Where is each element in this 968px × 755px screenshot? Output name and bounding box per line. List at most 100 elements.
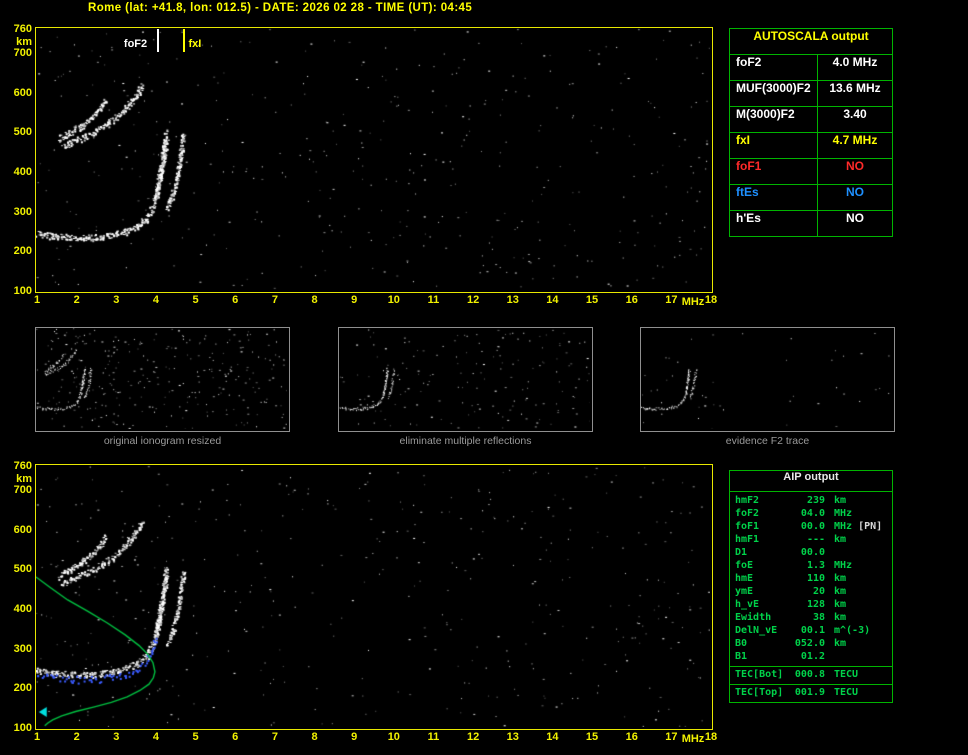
autoscala-row-value: NO xyxy=(846,185,864,199)
autoscala-row: fxI 4.7 MHz xyxy=(730,133,892,159)
aip-row-label: Ewidth xyxy=(735,612,772,623)
aip-row-unit: km xyxy=(834,534,847,545)
y-axis-unit: km xyxy=(16,36,32,48)
fof2-marker-label: foF2 xyxy=(123,38,148,50)
aip-row-value: 001.9 xyxy=(794,687,825,698)
x-tick-label: 7 xyxy=(271,731,278,743)
y-tick-label: 700 xyxy=(13,46,32,59)
y-tick-label: 600 xyxy=(13,86,32,99)
aip-table-rows: hmF2 239 km foF2 04.0 MHz foF1 00.0 MHz [PN] hmF1 -… xyxy=(730,495,892,664)
aip-row-label: B0 xyxy=(735,638,748,649)
aip-row: DelN_vE 00.1 m^(-3) xyxy=(730,625,892,638)
x-tick-label: 6 xyxy=(232,294,239,306)
aip-row-label: h_vE xyxy=(735,599,760,610)
x-tick-label: 10 xyxy=(387,294,400,306)
autoscala-table-header: AUTOSCALA output xyxy=(730,29,892,55)
x-tick-label: 3 xyxy=(113,294,120,306)
aip-row-value: 110 xyxy=(806,573,825,584)
thumb-caption-evidence: evidence F2 trace xyxy=(725,435,810,447)
y-tick-label: 400 xyxy=(13,602,32,615)
x-tick-label: 1 xyxy=(33,294,41,306)
autoscala-row-label: foF1 xyxy=(730,159,818,184)
aip-table-header: AIP output xyxy=(730,471,892,492)
x-axis-unit: MHz xyxy=(681,733,705,745)
x-axis-unit: MHz xyxy=(681,296,705,308)
aip-row-value: 1.3 xyxy=(806,560,825,571)
thumb-evidence-f2 xyxy=(640,327,895,432)
x-tick-label: 12 xyxy=(466,731,480,743)
autoscala-row-label: MUF(3000)F2 xyxy=(730,81,818,106)
x-tick-label: 14 xyxy=(546,294,559,306)
aip-row-label: B1 xyxy=(735,651,748,662)
autoscala-row-label: ftEs xyxy=(730,185,818,210)
autoscala-row-value: NO xyxy=(846,159,864,173)
aip-row: foE 1.3 MHz xyxy=(730,560,892,573)
x-tick-label: 11 xyxy=(427,731,440,743)
aip-row-value: 04.0 xyxy=(800,508,825,519)
y-tick-label: 500 xyxy=(13,126,32,139)
x-tick-label: 4 xyxy=(152,731,159,743)
fxi-marker-line xyxy=(183,29,186,52)
y-tick-label: 760 xyxy=(13,23,32,35)
x-tick-label: 6 xyxy=(232,731,239,743)
aip-separator xyxy=(730,666,892,667)
aip-row-value: 128 xyxy=(806,599,825,610)
autoscala-row-label: M(3000)F2 xyxy=(730,107,818,132)
aip-row-unit: MHz xyxy=(834,508,853,519)
autoscala-row-value: 13.6 MHz xyxy=(829,81,881,95)
x-tick-label: 8 xyxy=(311,731,318,743)
y-tick-label: 200 xyxy=(13,682,32,695)
aip-row: Ewidth 38 km xyxy=(730,612,892,625)
aip-row-unit: m^(-3) xyxy=(834,625,871,636)
autoscala-row: h'Es NO xyxy=(730,211,892,236)
x-tick-label: 16 xyxy=(625,294,638,306)
y-tick-label: 700 xyxy=(13,483,32,496)
thumb-eliminate-reflections xyxy=(338,327,593,432)
aip-row: foF2 04.0 MHz xyxy=(730,508,892,521)
x-tick-label: 13 xyxy=(506,731,519,743)
autoscala-row: M(3000)F2 3.40 xyxy=(730,107,892,133)
autoscala-row-label: foF2 xyxy=(730,55,818,80)
aip-row-unit: TECU xyxy=(834,687,859,698)
aip-row-value: 38 xyxy=(812,612,825,623)
aip-row-note: [PN] xyxy=(858,521,883,532)
aip-row: B1 01.2 xyxy=(730,651,892,664)
aip-row-value: 00.1 xyxy=(800,625,825,636)
aip-row: B0 052.0 km xyxy=(730,638,892,651)
x-tick-label: 5 xyxy=(192,731,199,743)
aip-separator xyxy=(730,684,892,685)
aip-row-unit: MHz xyxy=(834,560,853,571)
y-tick-label: 760 xyxy=(13,460,32,472)
x-tick-label: 3 xyxy=(113,731,120,743)
aip-row-value: 20 xyxy=(812,586,825,597)
x-tick-label: 14 xyxy=(546,731,559,743)
aip-row: foF1 00.0 MHz [PN] xyxy=(730,521,892,534)
aip-row: hmF2 239 km xyxy=(730,495,892,508)
aip-row-value: 01.2 xyxy=(800,651,825,662)
x-tick-label: 15 xyxy=(585,294,599,306)
aip-row: TEC[Bot] 000.8 TECU xyxy=(730,669,892,682)
aip-row-value: 000.8 xyxy=(794,669,825,680)
aip-row-unit: TECU xyxy=(834,669,859,680)
thumb-original-ionogram xyxy=(35,327,290,432)
thumb-eliminate-canvas xyxy=(339,328,590,429)
aip-row-label: foF1 xyxy=(735,521,760,532)
x-tick-label: 2 xyxy=(73,731,80,743)
autoscala-output-table: AUTOSCALA output foF2 4.0 MHz MUF(3000)F2 1… xyxy=(729,28,893,237)
aip-row-label: foF2 xyxy=(735,508,760,519)
x-tick-label: 13 xyxy=(506,294,519,306)
x-tick-label: 9 xyxy=(351,294,358,306)
x-tick-label: 2 xyxy=(73,294,80,306)
station-title: Rome (lat: +41.8, lon: 012.5) - DATE: 20… xyxy=(88,2,473,14)
autoscala-row: foF2 4.0 MHz xyxy=(730,55,892,81)
x-tick-label: 7 xyxy=(271,294,278,306)
x-tick-label: 8 xyxy=(311,294,318,306)
aip-row-unit: km xyxy=(834,638,847,649)
aip-row-unit: km xyxy=(834,612,847,623)
fof2-marker-line xyxy=(156,29,159,52)
aip-row-unit: km xyxy=(834,586,847,597)
aip-row-value: --- xyxy=(806,534,825,545)
aip-row-value: 239 xyxy=(806,495,825,506)
y-tick-label: 400 xyxy=(13,165,32,178)
x-tick-label: 15 xyxy=(585,731,599,743)
